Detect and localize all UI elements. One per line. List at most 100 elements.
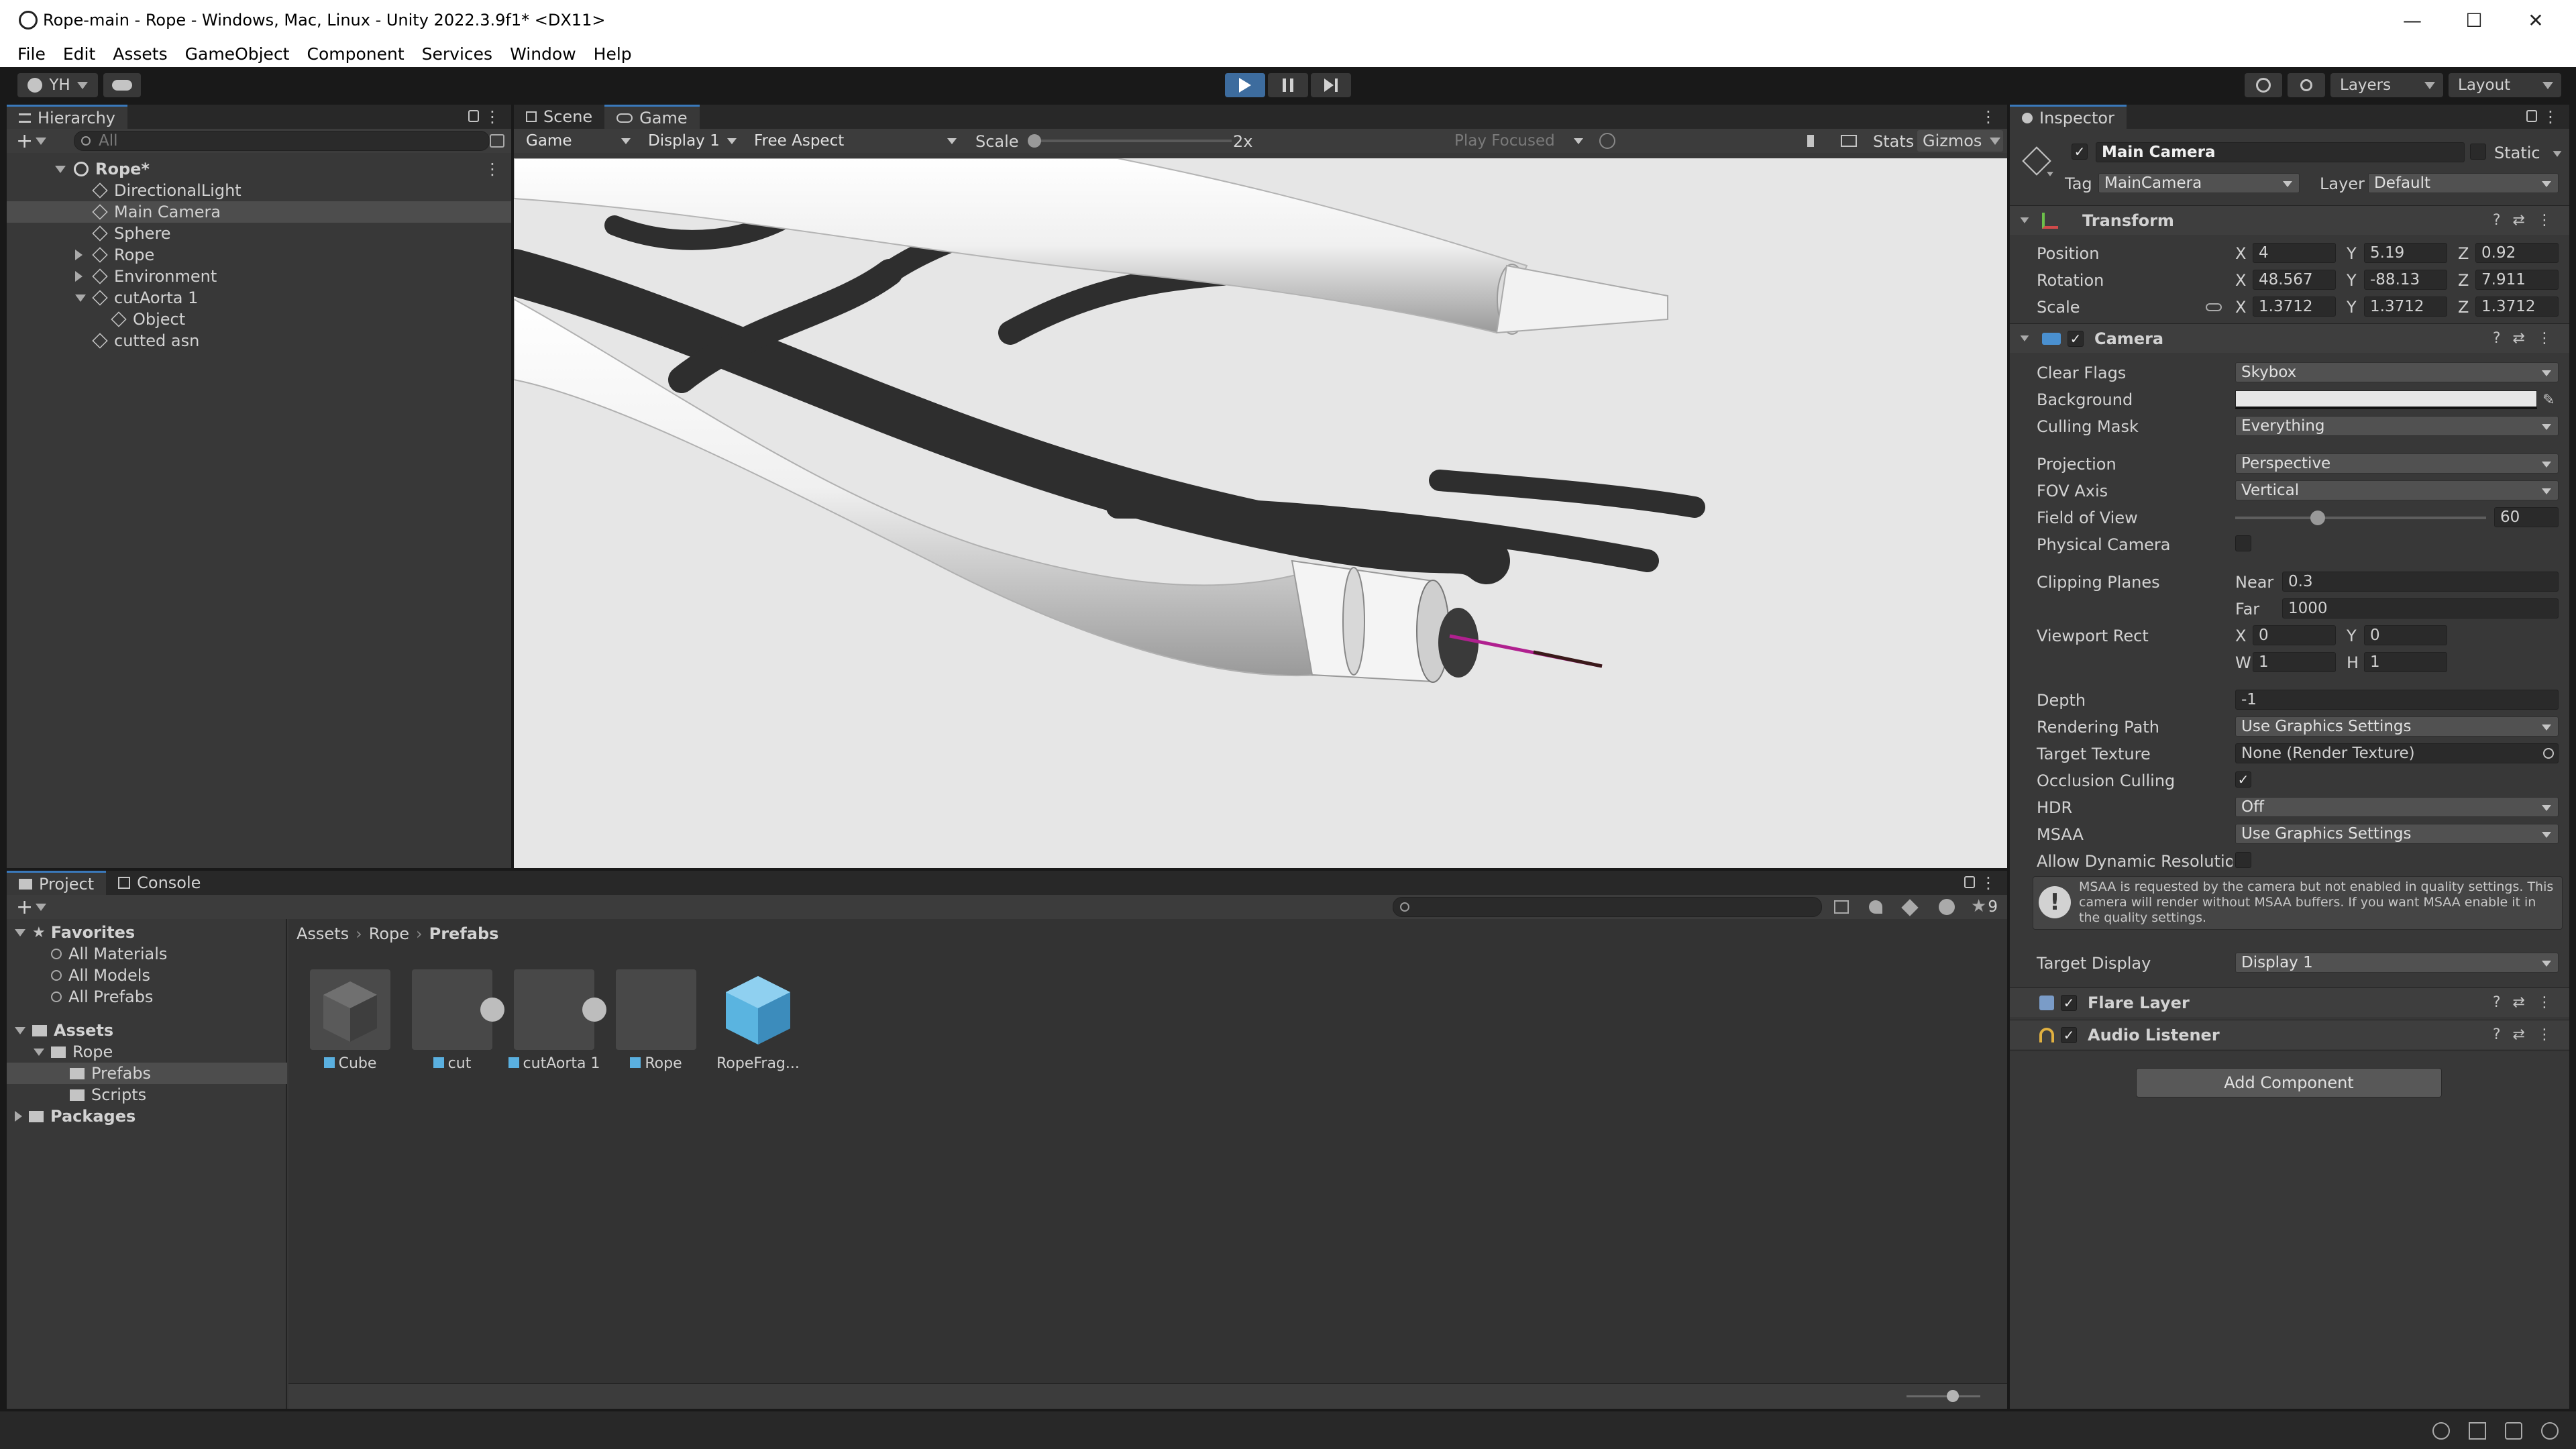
- type-filter-icon[interactable]: [1869, 900, 1882, 914]
- breadcrumb-rope[interactable]: Rope: [369, 924, 409, 943]
- viewport-x-input[interactable]: 0: [2253, 625, 2336, 645]
- more-options-icon[interactable]: ⋮: [484, 160, 500, 178]
- menu-component[interactable]: Component: [307, 44, 405, 64]
- projection-dropdown[interactable]: Perspective: [2235, 453, 2559, 474]
- label-filter-icon[interactable]: [1901, 899, 1919, 916]
- collapsed-arrow-icon[interactable]: [75, 271, 83, 282]
- menu-window[interactable]: Window: [510, 44, 576, 64]
- folder-rope[interactable]: Rope: [7, 1041, 113, 1063]
- position-y-input[interactable]: 5.19: [2364, 243, 2447, 263]
- add-component-button[interactable]: Add Component: [2136, 1068, 2442, 1097]
- fov-axis-dropdown[interactable]: Vertical: [2235, 480, 2559, 500]
- menu-help[interactable]: Help: [594, 44, 632, 64]
- viewport-h-input[interactable]: 1: [2364, 652, 2447, 672]
- history-button[interactable]: [2245, 73, 2282, 97]
- viewport-w-input[interactable]: 1: [2253, 652, 2336, 672]
- component-menu-icons[interactable]: ?⇄⋮: [2493, 1026, 2564, 1043]
- debug-icon[interactable]: [2432, 1422, 2450, 1440]
- scale-z-input[interactable]: 1.3712: [2475, 297, 2559, 317]
- favorite-star-icon[interactable]: ★: [1971, 896, 1986, 916]
- stats-button[interactable]: Stats: [1873, 132, 1914, 151]
- account-button[interactable]: YH: [17, 73, 98, 97]
- play-preview-icon[interactable]: [480, 998, 504, 1022]
- expand-arrow-icon[interactable]: [55, 165, 66, 173]
- audio-listener-checkbox[interactable]: ✓: [2061, 1026, 2077, 1043]
- msaa-dropdown[interactable]: Use Graphics Settings: [2235, 824, 2559, 844]
- asset-rope[interactable]: Rope: [609, 969, 703, 1072]
- hierarchy-item[interactable]: DirectionalLight: [7, 180, 511, 201]
- scene-row[interactable]: Rope* ⋮: [7, 158, 511, 180]
- layout-dropdown[interactable]: Layout: [2449, 73, 2561, 97]
- active-checkbox[interactable]: ✓: [2072, 144, 2088, 160]
- gizmos-dropdown[interactable]: Gizmos: [1917, 130, 2003, 152]
- lock-icon[interactable]: [1964, 876, 1975, 888]
- hierarchy-item[interactable]: Rope: [7, 244, 511, 266]
- grid-icon[interactable]: [1841, 135, 1857, 147]
- asset-ropefrag[interactable]: RopeFrag...: [711, 969, 805, 1072]
- layers-dropdown[interactable]: Layers: [2330, 73, 2443, 97]
- tab-project[interactable]: Project: [7, 871, 107, 895]
- tag-dropdown[interactable]: MainCamera: [2098, 173, 2300, 193]
- hierarchy-search-input[interactable]: All: [74, 131, 490, 151]
- target-display-dropdown[interactable]: Display 1: [2235, 953, 2559, 973]
- position-z-input[interactable]: 0.92: [2475, 243, 2559, 263]
- search-filter-icon[interactable]: [1834, 900, 1849, 914]
- folder-scripts[interactable]: Scripts: [7, 1084, 146, 1106]
- more-options-icon[interactable]: ⋮: [1980, 107, 1996, 126]
- flare-layer-checkbox[interactable]: ✓: [2061, 994, 2077, 1011]
- folder-prefabs[interactable]: Prefabs: [7, 1063, 287, 1084]
- expand-arrow-icon[interactable]: [75, 294, 86, 302]
- menu-assets[interactable]: Assets: [113, 44, 167, 64]
- clear-flags-dropdown[interactable]: Skybox: [2235, 362, 2559, 382]
- tab-scene[interactable]: Scene: [514, 105, 604, 129]
- chevron-down-icon[interactable]: [36, 137, 47, 145]
- status-check-icon[interactable]: [2541, 1422, 2559, 1440]
- camera-header[interactable]: ✓ Camera ?⇄⋮: [2010, 323, 2569, 353]
- audio-mute-icon[interactable]: [1807, 135, 1821, 147]
- bug-icon[interactable]: [1599, 133, 1615, 149]
- culling-mask-dropdown[interactable]: Everything: [2235, 416, 2559, 436]
- depth-input[interactable]: -1: [2235, 690, 2559, 710]
- physical-camera-checkbox[interactable]: [2235, 535, 2251, 551]
- component-menu-icons[interactable]: ?⇄⋮: [2493, 212, 2564, 229]
- near-input[interactable]: 0.3: [2282, 572, 2559, 592]
- scale-y-input[interactable]: 1.3712: [2364, 297, 2447, 317]
- hierarchy-item[interactable]: cutAorta 1: [7, 287, 511, 309]
- hierarchy-item[interactable]: Sphere: [7, 223, 511, 244]
- constrain-proportions-icon[interactable]: [2206, 303, 2222, 311]
- filter-icon[interactable]: [490, 134, 504, 148]
- more-options-icon[interactable]: ⋮: [2542, 107, 2559, 126]
- project-search-input[interactable]: [1393, 897, 1822, 917]
- component-menu-icons[interactable]: ?⇄⋮: [2493, 330, 2564, 347]
- more-options-icon[interactable]: ⋮: [1980, 873, 1996, 892]
- hierarchy-item[interactable]: Environment: [7, 266, 511, 287]
- minimize-button[interactable]: —: [2381, 0, 2443, 40]
- hierarchy-item[interactable]: Main Camera: [7, 201, 511, 223]
- icon-size-slider[interactable]: [1907, 1390, 1980, 1402]
- chevron-down-icon[interactable]: [36, 903, 47, 911]
- breadcrumb-assets[interactable]: Assets: [297, 924, 349, 943]
- search-button[interactable]: [2288, 73, 2325, 97]
- tab-hierarchy[interactable]: Hierarchy: [7, 105, 128, 129]
- breadcrumb-prefabs[interactable]: Prefabs: [429, 924, 499, 943]
- progress-icon[interactable]: [2469, 1422, 2486, 1440]
- component-menu-icons[interactable]: ?⇄⋮: [2493, 994, 2564, 1011]
- add-icon[interactable]: +: [16, 896, 33, 919]
- transform-header[interactable]: Transform ?⇄⋮: [2010, 205, 2569, 235]
- dynamic-resolution-checkbox[interactable]: [2235, 852, 2251, 868]
- position-x-input[interactable]: 4: [2253, 243, 2336, 263]
- rotation-y-input[interactable]: -88.13: [2364, 270, 2447, 290]
- close-button[interactable]: ✕: [2505, 0, 2567, 40]
- flare-layer-header[interactable]: ✓ Flare Layer ?⇄⋮: [2010, 987, 2569, 1017]
- maximize-button[interactable]: ☐: [2443, 0, 2505, 40]
- asset-cube[interactable]: Cube: [303, 969, 397, 1072]
- hierarchy-item[interactable]: Object: [7, 309, 511, 330]
- cloud-button[interactable]: [103, 73, 141, 97]
- favorites-row[interactable]: ★ Favorites: [7, 922, 135, 943]
- network-icon[interactable]: [2505, 1422, 2522, 1440]
- background-color-swatch[interactable]: [2235, 390, 2537, 409]
- asset-cut[interactable]: cut: [405, 969, 504, 1072]
- chevron-down-icon[interactable]: [2047, 172, 2053, 176]
- tab-inspector[interactable]: Inspector: [2010, 105, 2127, 129]
- assets-row[interactable]: Assets: [7, 1020, 113, 1041]
